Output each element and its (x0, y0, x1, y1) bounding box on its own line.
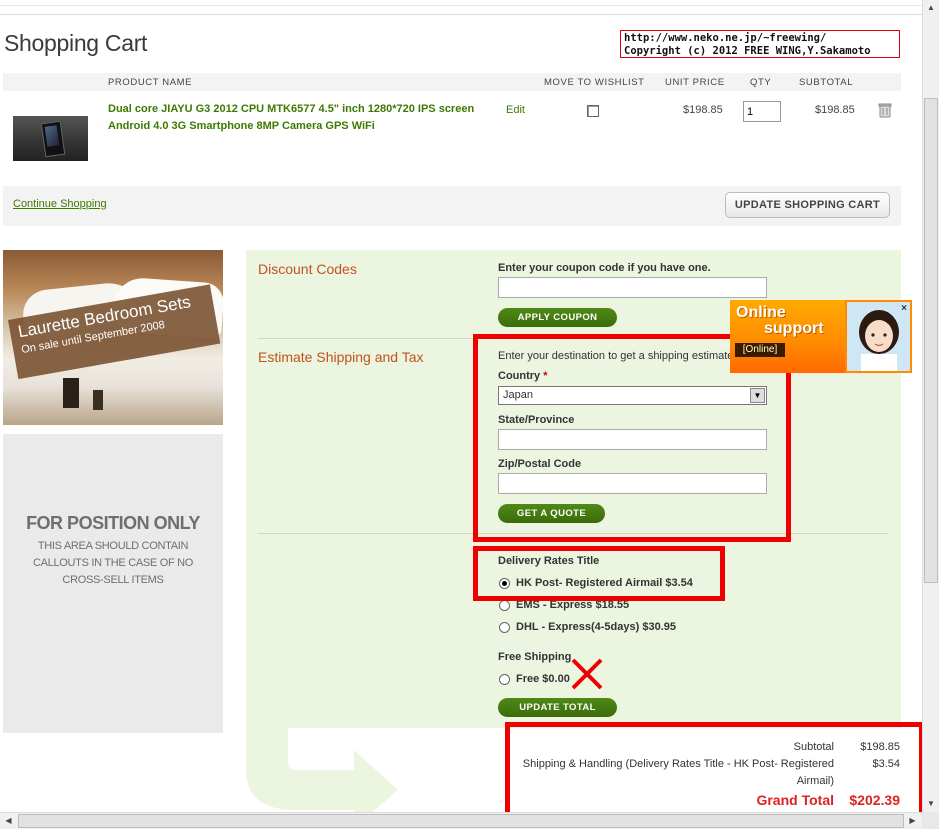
header-unit-price: UNIT PRICE (665, 77, 725, 88)
horizontal-scrollbar[interactable]: ◀ ▶ (0, 812, 922, 829)
fpo-placeholder: FOR POSITION ONLY THIS AREA SHOULD CONTA… (3, 434, 223, 733)
product-name-link[interactable]: Dual core JIAYU G3 2012 CPU MTK6577 4.5"… (108, 101, 488, 135)
credit-url: http://www.neko.ne.jp/~freewing/ (624, 32, 827, 44)
horizontal-scroll-thumb[interactable] (18, 814, 904, 828)
rate-label-free[interactable]: Free $0.00 (516, 673, 570, 685)
rate-label-dhl[interactable]: DHL - Express(4-5days) $30.95 (516, 621, 676, 633)
qty-input[interactable] (743, 101, 781, 122)
browser-top-edge (0, 0, 922, 6)
fpo-title: FOR POSITION ONLY (26, 513, 200, 533)
cross-mark-icon (571, 658, 603, 690)
scroll-down-icon[interactable]: ▼ (924, 796, 938, 811)
apply-coupon-button[interactable]: APPLY COUPON (498, 308, 617, 327)
edit-item-link[interactable]: Edit (506, 104, 525, 116)
page-title: Shopping Cart (4, 30, 148, 56)
rate-radio-dhl[interactable] (499, 622, 510, 633)
annotation-box-totals (505, 722, 924, 821)
rate-radio-free[interactable] (499, 674, 510, 685)
scroll-right-icon[interactable]: ▶ (905, 814, 920, 828)
product-thumbnail[interactable] (13, 116, 88, 161)
coupon-prompt: Enter your coupon code if you have one. (498, 262, 711, 274)
online-support-banner[interactable]: Online support [Online] (730, 300, 845, 373)
scroll-up-icon[interactable]: ▲ (924, 0, 938, 15)
vertical-scroll-thumb[interactable] (924, 98, 938, 583)
header-subtotal: SUBTOTAL (799, 77, 854, 88)
copyright-notice: http://www.neko.ne.jp/~freewing/ Copyrig… (620, 30, 900, 58)
online-support-title: Online support (736, 304, 824, 337)
scrollbar-corner (922, 812, 939, 829)
close-icon[interactable]: × (901, 303, 907, 314)
unit-price: $198.85 (683, 104, 723, 116)
scroll-left-icon[interactable]: ◀ (1, 814, 16, 828)
vertical-scrollbar[interactable]: ▲ ▼ (922, 0, 939, 812)
top-divider (0, 14, 922, 15)
trash-icon[interactable] (877, 102, 893, 118)
move-to-wishlist-checkbox[interactable] (587, 105, 599, 117)
credit-copyright: Copyright (c) 2012 FREE WING,Y.Sakamoto (624, 44, 871, 57)
online-support-widget[interactable]: Online support [Online] × (730, 300, 912, 373)
cart-table-header: PRODUCT NAME MOVE TO WISHLIST UNIT PRICE… (3, 73, 901, 91)
coupon-code-input[interactable] (498, 277, 767, 298)
discount-codes-title: Discount Codes (258, 261, 357, 277)
update-total-button[interactable]: UPDATE TOTAL (498, 698, 617, 717)
promo-banner[interactable]: Laurette Bedroom Sets On sale until Sept… (3, 250, 223, 425)
header-wishlist: MOVE TO WISHLIST (544, 77, 645, 88)
header-qty: QTY (750, 77, 772, 88)
fpo-subtitle: THIS AREA SHOULD CONTAIN CALLOUTS IN THE… (32, 540, 194, 586)
decor-frame (93, 390, 103, 410)
decor-frame (63, 378, 79, 408)
support-agent-avatar: × (845, 300, 912, 373)
rate-radio-ems[interactable] (499, 600, 510, 611)
header-product-name: PRODUCT NAME (108, 77, 193, 88)
item-subtotal: $198.85 (815, 104, 855, 116)
online-status-badge: [Online] (735, 343, 785, 357)
free-shipping-title: Free Shipping (498, 651, 572, 663)
update-shopping-cart-button[interactable]: UPDATE SHOPPING CART (725, 192, 890, 218)
continue-shopping-link[interactable]: Continue Shopping (13, 198, 107, 210)
annotation-box-selected-rate (473, 546, 725, 601)
estimate-shipping-title: Estimate Shipping and Tax (258, 349, 424, 365)
cart-item-row: Dual core JIAYU G3 2012 CPU MTK6577 4.5"… (3, 91, 901, 181)
cart-actions-bar: Continue Shopping UPDATE SHOPPING CART (3, 186, 901, 226)
